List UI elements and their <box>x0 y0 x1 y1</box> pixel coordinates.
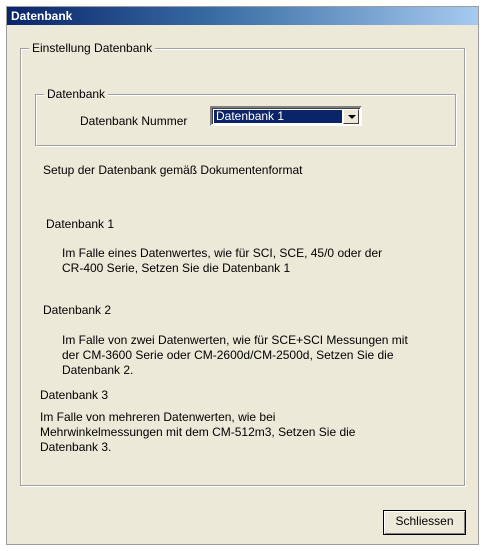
database-3-heading: Datenbank 3 <box>40 388 109 402</box>
close-button[interactable]: Schliessen <box>383 510 466 535</box>
database-2-description: Im Falle von zwei Datenwerten, wie für S… <box>62 333 408 377</box>
settings-group-label: Einstellung Datenbank <box>29 41 156 55</box>
database-group-label: Datenbank <box>44 87 109 101</box>
database-2-heading: Datenbank 2 <box>43 303 112 317</box>
window-title: Datenbank <box>7 7 478 25</box>
database-number-value: Datenbank 1 <box>213 109 343 124</box>
dropdown-arrow-icon[interactable] <box>343 109 359 124</box>
database-number-select[interactable]: Datenbank 1 <box>210 106 362 126</box>
database-number-label: Datenbank Nummer <box>80 114 188 128</box>
database-1-description: Im Falle eines Datenwertes, wie für SCI,… <box>62 246 383 275</box>
setup-text: Setup der Datenbank gemäß Dokumentenform… <box>43 163 303 177</box>
database-3-description: Im Falle von mehreren Datenwerten, wie b… <box>40 410 356 454</box>
database-1-heading: Datenbank 1 <box>46 217 115 231</box>
